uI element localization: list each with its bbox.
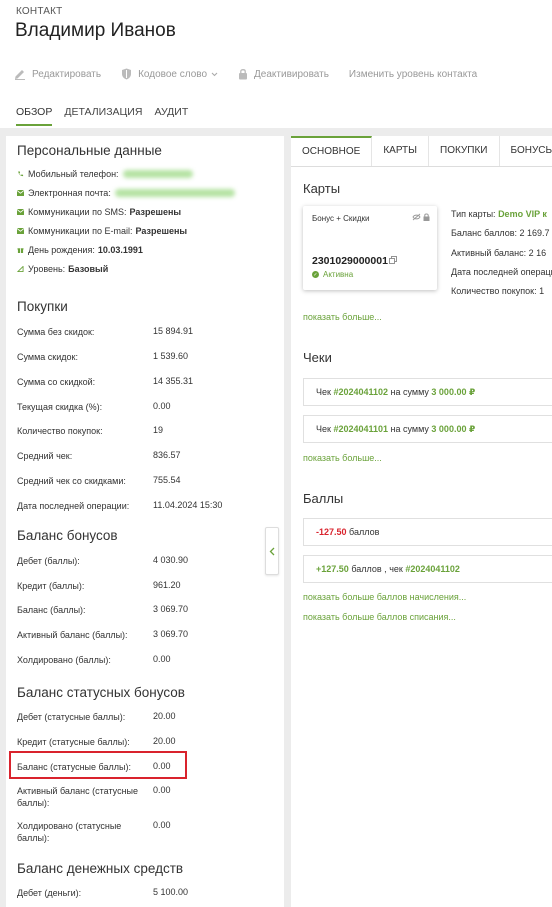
loyalty-card[interactable]: Бонус + Скидки 2301029000001 ✓ Активна — [303, 206, 437, 290]
code-word-button[interactable]: Кодовое слово — [121, 68, 218, 80]
visibility-off-icon — [412, 213, 421, 221]
tab-overview[interactable]: ОБЗОР — [16, 106, 53, 126]
right-panel: ОСНОВНОЕ КАРТЫ ПОКУПКИ БОНУСЫ Карты Бону… — [291, 136, 552, 907]
show-more-cards-link[interactable]: показать больше... — [303, 312, 382, 322]
section-title-money: Баланс денежных средств — [17, 861, 184, 876]
copy-icon[interactable] — [389, 256, 397, 266]
content-area: Персональные данные Мобильный телефон: Э… — [0, 128, 552, 907]
section-title-personal: Персональные данные — [17, 143, 162, 158]
toolbar: Редактировать Кодовое слово Деактивирова… — [14, 66, 497, 82]
birthday-row: День рождения: 10.03.1991 — [17, 245, 143, 255]
email-value-blurred — [114, 189, 235, 197]
email-comm-row: Коммуникации по E-mail: Разрешены — [17, 226, 187, 236]
lock-icon — [423, 213, 430, 221]
email-icon — [17, 190, 24, 196]
lock-icon — [239, 69, 248, 80]
section-title-purchases: Покупки — [17, 299, 68, 314]
left-panel: Персональные данные Мобильный телефон: Э… — [6, 136, 284, 907]
card-info-row: Количество покупок: 1 — [451, 286, 545, 296]
card-info-row: Баланс баллов: 2 169.7 — [451, 228, 550, 238]
edit-button[interactable]: Редактировать — [14, 68, 101, 80]
deactivate-button[interactable]: Деактивировать — [238, 68, 329, 80]
card-icons — [412, 213, 430, 223]
tab-bonuses[interactable]: БОНУСЫ — [500, 136, 552, 166]
phone-value-blurred — [122, 170, 193, 178]
highlight-box — [9, 751, 187, 779]
card-name: Бонус + Скидки — [312, 214, 370, 223]
section-title-points: Баллы — [303, 491, 344, 506]
main-tabs: ОБЗОР ДЕТАЛИЗАЦИЯ АУДИТ — [16, 106, 200, 126]
section-title-checks: Чеки — [303, 350, 332, 365]
check-icon: ✓ — [312, 271, 319, 278]
right-tabs: ОСНОВНОЕ КАРТЫ ПОКУПКИ БОНУСЫ — [291, 136, 552, 167]
chevron-down-icon — [211, 72, 218, 76]
tab-main[interactable]: ОСНОВНОЕ — [291, 136, 373, 166]
tab-audit[interactable]: АУДИТ — [154, 106, 188, 126]
points-item[interactable]: +127.50 баллов , чек #2024041102 — [303, 555, 552, 583]
level-row: Уровень: Базовый — [17, 264, 108, 274]
tab-purchases[interactable]: ПОКУПКИ — [429, 136, 500, 166]
page-header: КОНТАКТ Владимир Иванов Редактировать Ко… — [0, 0, 552, 128]
section-title-cards: Карты — [303, 181, 341, 196]
tab-cards[interactable]: КАРТЫ — [372, 136, 430, 166]
phone-icon — [18, 171, 24, 177]
card-info-row: Тип карты: Demo VIP к — [451, 209, 547, 219]
email-icon — [17, 228, 24, 234]
collapse-panel-button[interactable] — [265, 527, 279, 575]
card-info-row: Дата последней операци — [451, 267, 552, 277]
show-more-checks-link[interactable]: показать больше... — [303, 453, 382, 463]
pencil-icon — [15, 70, 25, 80]
card-status: ✓ Активна — [312, 270, 354, 279]
show-more-accrual-link[interactable]: показать больше баллов начисления... — [303, 592, 466, 602]
email-row: Электронная почта: — [17, 188, 235, 198]
breadcrumb: КОНТАКТ — [16, 6, 63, 17]
section-title-bonus: Баланс бонусов — [17, 528, 118, 543]
shield-icon — [122, 68, 132, 80]
email-icon — [17, 209, 24, 215]
phone-row: Мобильный телефон: — [17, 169, 193, 179]
tab-details[interactable]: ДЕТАЛИЗАЦИЯ — [64, 106, 142, 126]
chevron-left-icon — [269, 547, 275, 555]
page-title: Владимир Иванов — [15, 20, 176, 41]
sms-row: Коммуникации по SMS: Разрешены — [17, 207, 181, 217]
points-item[interactable]: -127.50 баллов — [303, 518, 552, 546]
section-title-status-bonus: Баланс статусных бонусов — [17, 685, 185, 700]
gift-icon — [17, 248, 24, 253]
card-number: 2301029000001 — [312, 255, 388, 267]
show-more-writeoff-link[interactable]: показать больше баллов списания... — [303, 612, 456, 622]
change-level-button[interactable]: Изменить уровень контакта — [349, 69, 477, 80]
level-icon — [17, 266, 24, 272]
card-info-row: Активный баланс: 2 16 — [451, 248, 547, 258]
check-item[interactable]: Чек #2024041102 на сумму 3 000.00 ₽ — [303, 378, 552, 406]
check-item[interactable]: Чек #2024041101 на сумму 3 000.00 ₽ — [303, 415, 552, 443]
